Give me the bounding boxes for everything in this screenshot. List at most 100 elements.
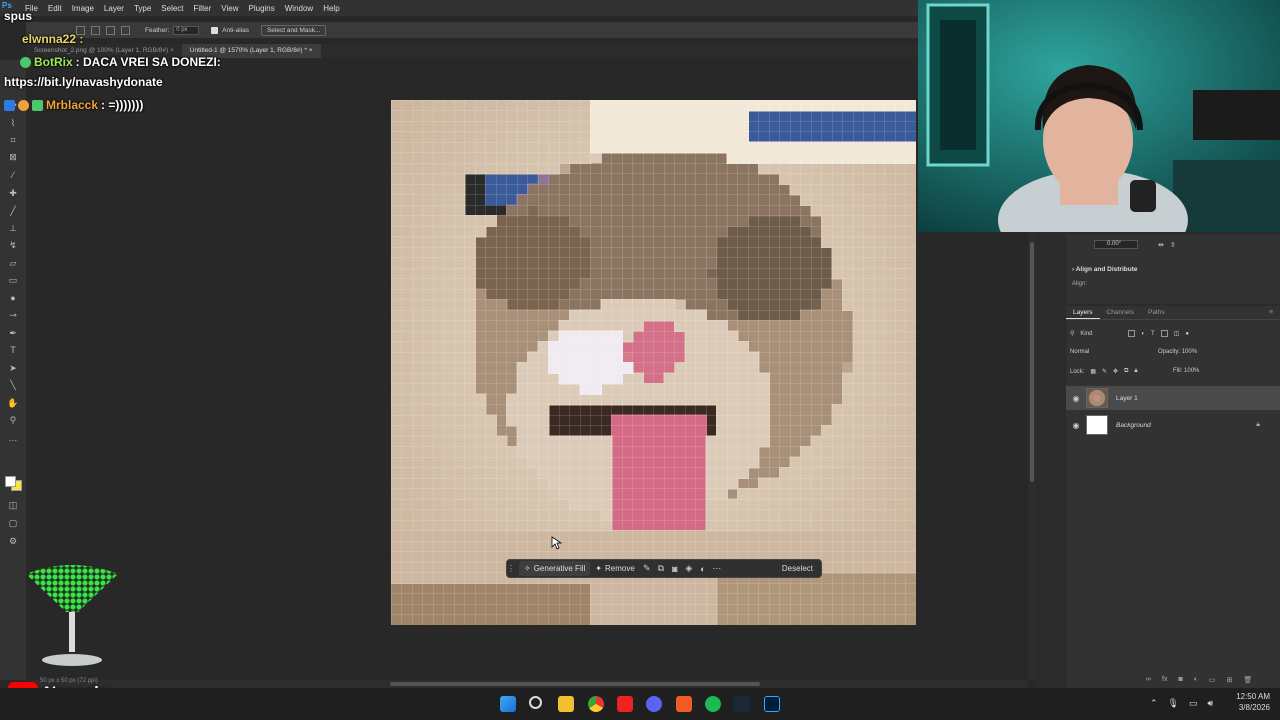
- chevron-up-icon[interactable]: ⌃: [1150, 698, 1158, 709]
- layer-style-icon[interactable]: fx: [1162, 676, 1167, 684]
- blend-mode-select[interactable]: Normal: [1070, 349, 1150, 359]
- drag-handle-icon[interactable]: ⋮: [507, 564, 515, 573]
- subtract-selection-icon[interactable]: [106, 25, 115, 35]
- microphone-icon[interactable]: 🎙︎: [1168, 698, 1179, 709]
- lock-image-icon[interactable]: ✎: [1102, 368, 1107, 375]
- layer-row[interactable]: ◉ Layer 1: [1066, 386, 1280, 410]
- visibility-eye-icon[interactable]: ◉: [1066, 421, 1086, 430]
- search-icon[interactable]: [529, 696, 542, 709]
- generative-fill-button[interactable]: ✧ Generative Fill: [519, 561, 591, 576]
- menu-plugins[interactable]: Plugins: [244, 4, 280, 13]
- menu-edit[interactable]: Edit: [43, 4, 67, 13]
- document-canvas[interactable]: [391, 100, 916, 625]
- close-icon[interactable]: ×: [170, 47, 174, 54]
- tab-channels[interactable]: Channels: [1100, 306, 1141, 319]
- menu-image[interactable]: Image: [67, 4, 99, 13]
- discord-icon[interactable]: [646, 696, 662, 712]
- remove-button[interactable]: ✦ Remove: [590, 561, 640, 576]
- flip-vertical-icon[interactable]: ⇳: [1170, 241, 1176, 249]
- eraser-tool-icon[interactable]: ▱: [7, 258, 19, 268]
- layer-kind-filter[interactable]: Kind: [1080, 331, 1122, 337]
- more-options-icon[interactable]: ⋯: [710, 563, 724, 574]
- tab-paths[interactable]: Paths: [1141, 306, 1172, 319]
- steam-icon[interactable]: [734, 696, 750, 712]
- blur-tool-icon[interactable]: ●: [7, 293, 19, 303]
- modify-selection-icon[interactable]: ✎: [640, 563, 654, 574]
- scroll-thumb[interactable]: [1030, 242, 1034, 482]
- lock-transparent-icon[interactable]: ▦: [1090, 368, 1096, 375]
- feather-input[interactable]: 0 px: [173, 25, 200, 35]
- smart-object-filter-icon[interactable]: ◫: [1174, 330, 1180, 337]
- new-layer-icon[interactable]: ⊞: [1227, 676, 1233, 684]
- brush-tool-icon[interactable]: ╱: [7, 206, 19, 216]
- trash-icon[interactable]: 🗑︎: [1243, 676, 1252, 684]
- antialias-checkbox[interactable]: [211, 26, 219, 34]
- deselect-button[interactable]: Deselect: [777, 561, 821, 576]
- mask-icon[interactable]: ◙: [668, 564, 682, 574]
- gradient-tool-icon[interactable]: ▭: [7, 275, 19, 285]
- youtube-icon[interactable]: [617, 696, 633, 712]
- hand-tool-icon[interactable]: ✋: [7, 398, 19, 408]
- network-icon[interactable]: ▭: [1189, 698, 1198, 709]
- spotify-icon[interactable]: [705, 696, 721, 712]
- menu-view[interactable]: View: [216, 4, 243, 13]
- line-tool-icon[interactable]: ╲: [7, 380, 19, 390]
- clone-stamp-tool-icon[interactable]: ⊥: [7, 223, 19, 233]
- align-distribute-title[interactable]: › Align and Distribute: [1072, 266, 1137, 273]
- invert-selection-icon[interactable]: ⧉: [654, 563, 668, 574]
- tab-layers[interactable]: Layers: [1066, 306, 1100, 319]
- file-explorer-icon[interactable]: [558, 696, 574, 712]
- visibility-eye-icon[interactable]: ◉: [1066, 394, 1086, 403]
- vertical-scrollbar[interactable]: [1028, 232, 1036, 680]
- brave-icon[interactable]: [676, 696, 692, 712]
- new-group-icon[interactable]: ▭: [1209, 676, 1216, 684]
- lock-position-icon[interactable]: ✥: [1113, 368, 1118, 375]
- adjustment-icon[interactable]: ◐: [696, 564, 710, 574]
- lock-all-icon[interactable]: 🔒︎: [1134, 368, 1137, 375]
- screen-mode-icon[interactable]: ▢: [7, 518, 19, 528]
- horizontal-scrollbar[interactable]: [30, 680, 1028, 688]
- opacity-input[interactable]: 100%: [1182, 349, 1197, 355]
- quick-mask-icon[interactable]: ◫: [7, 500, 19, 510]
- photoshop-icon[interactable]: [764, 696, 780, 712]
- scroll-thumb[interactable]: [390, 682, 760, 686]
- pen-tool-icon[interactable]: ✒: [7, 328, 19, 338]
- layer-row[interactable]: ◉ Background 🔒︎: [1066, 413, 1280, 437]
- link-layers-icon[interactable]: ∞: [1146, 676, 1151, 684]
- adjustment-layer-icon[interactable]: ◐: [1194, 676, 1198, 684]
- menu-layer[interactable]: Layer: [99, 4, 129, 13]
- crop-tool-icon[interactable]: ⌗: [7, 135, 19, 145]
- system-clock[interactable]: 12:50 AM 3/8/2026: [1226, 691, 1270, 713]
- shape-filter-icon[interactable]: [1160, 330, 1168, 337]
- lasso-tool-icon[interactable]: ⌇: [7, 118, 19, 128]
- healing-brush-tool-icon[interactable]: ✚: [7, 188, 19, 198]
- flip-horizontal-icon[interactable]: ⇹: [1158, 241, 1164, 249]
- select-and-mask-button[interactable]: Select and Mask...: [260, 24, 327, 36]
- menu-window[interactable]: Window: [280, 4, 318, 13]
- menu-help[interactable]: Help: [318, 4, 344, 13]
- history-brush-tool-icon[interactable]: ↯: [7, 240, 19, 250]
- zoom-tool-icon[interactable]: ⚲: [7, 415, 19, 425]
- type-tool-icon[interactable]: T: [7, 345, 19, 355]
- content-credentials-icon[interactable]: ⚙: [7, 536, 19, 546]
- add-mask-icon[interactable]: ◙: [1178, 676, 1182, 684]
- type-filter-icon[interactable]: T: [1151, 331, 1155, 337]
- filter-toggle-icon[interactable]: ●: [1185, 331, 1189, 337]
- windows-start-icon[interactable]: [500, 696, 516, 712]
- menu-type[interactable]: Type: [129, 4, 156, 13]
- volume-icon[interactable]: 🔊︎: [1208, 698, 1214, 709]
- more-tools-icon[interactable]: …: [7, 433, 19, 443]
- dodge-tool-icon[interactable]: ⊸: [7, 310, 19, 320]
- chrome-icon[interactable]: [588, 696, 604, 712]
- panel-menu-icon[interactable]: ≡: [1262, 306, 1280, 319]
- fill-input[interactable]: 100%: [1184, 368, 1199, 374]
- rotation-angle-input[interactable]: 0.00°: [1094, 240, 1138, 249]
- menu-select[interactable]: Select: [156, 4, 188, 13]
- intersect-selection-icon[interactable]: [121, 25, 130, 35]
- fill-icon[interactable]: ◈: [682, 563, 696, 574]
- frame-tool-icon[interactable]: ⊠: [7, 152, 19, 162]
- add-selection-icon[interactable]: [91, 25, 100, 35]
- menu-filter[interactable]: Filter: [189, 4, 217, 13]
- adjustment-filter-icon[interactable]: ◐: [1141, 331, 1145, 337]
- eyedropper-tool-icon[interactable]: ⁄: [7, 170, 19, 180]
